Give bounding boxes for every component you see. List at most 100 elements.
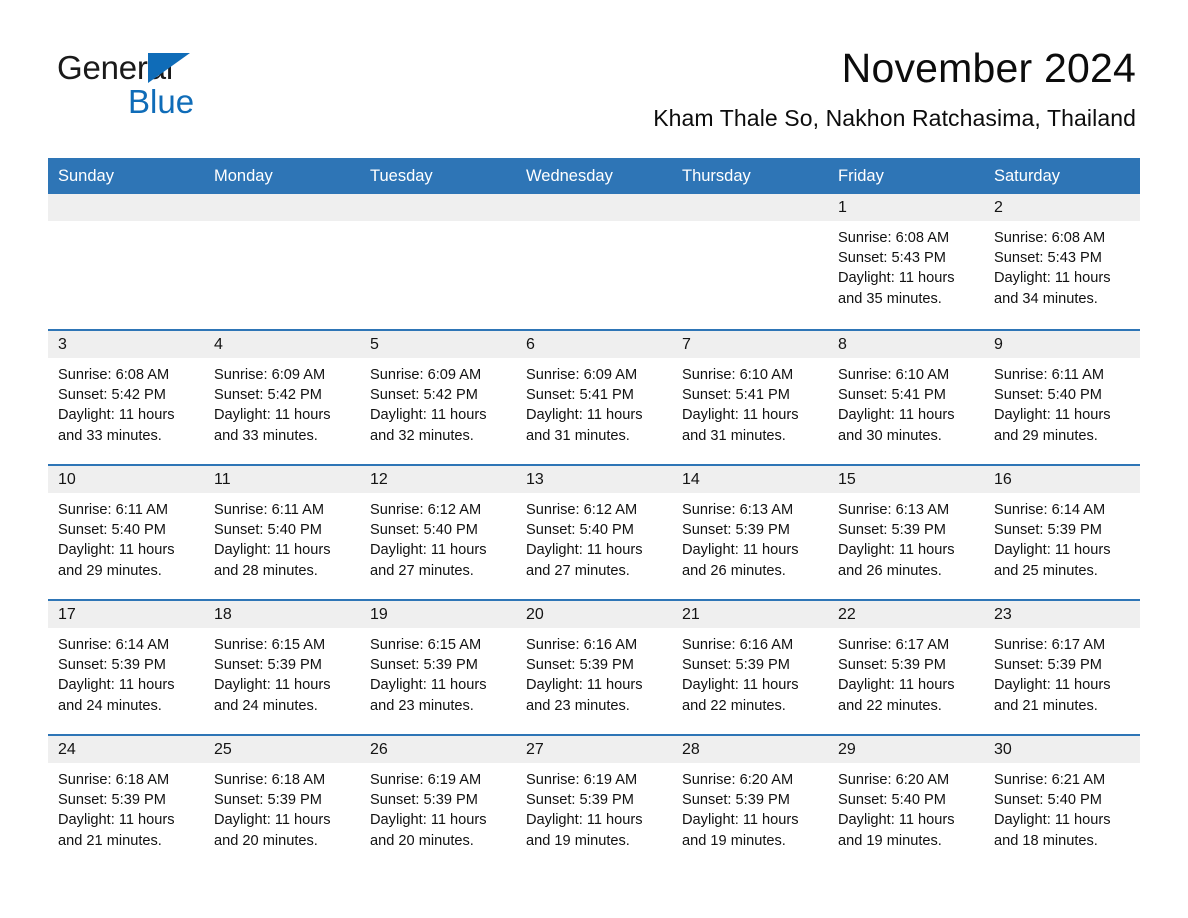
day-details <box>48 221 204 228</box>
day-number: 9 <box>984 331 1140 358</box>
calendar-day-cell[interactable]: 17 Sunrise: 6:14 AM Sunset: 5:39 PM Dayli… <box>48 599 204 734</box>
calendar-day-cell[interactable]: 1 Sunrise: 6:08 AM Sunset: 5:43 PM Daylig… <box>828 194 984 329</box>
day-details: Sunrise: 6:20 AM Sunset: 5:39 PM Dayligh… <box>682 772 799 849</box>
calendar-day-cell[interactable]: 22 Sunrise: 6:17 AM Sunset: 5:39 PM Dayli… <box>828 599 984 734</box>
calendar-day-cell[interactable]: 24 Sunrise: 6:18 AM Sunset: 5:39 PM Dayli… <box>48 734 204 869</box>
calendar-grid: Sunday Monday Tuesday Wednesday Thursday… <box>48 158 1140 869</box>
calendar-table: Sunday Monday Tuesday Wednesday Thursday… <box>48 158 1140 869</box>
calendar-day-cell[interactable]: 20 Sunrise: 6:16 AM Sunset: 5:39 PM Dayli… <box>516 599 672 734</box>
day-number: 16 <box>984 466 1140 493</box>
calendar-day-cell[interactable]: 2 Sunrise: 6:08 AM Sunset: 5:43 PM Daylig… <box>984 194 1140 329</box>
calendar-day-cell[interactable] <box>516 194 672 329</box>
calendar-day-cell[interactable]: 30 Sunrise: 6:21 AM Sunset: 5:40 PM Dayli… <box>984 734 1140 869</box>
weekday-header-friday: Friday <box>828 158 984 194</box>
calendar-day-cell[interactable]: 10 Sunrise: 6:11 AM Sunset: 5:40 PM Dayli… <box>48 464 204 599</box>
day-number: 3 <box>48 331 204 358</box>
calendar-day-cell[interactable]: 12 Sunrise: 6:12 AM Sunset: 5:40 PM Dayli… <box>360 464 516 599</box>
day-details: Sunrise: 6:14 AM Sunset: 5:39 PM Dayligh… <box>994 502 1111 579</box>
day-number: 17 <box>48 601 204 628</box>
day-details: Sunrise: 6:13 AM Sunset: 5:39 PM Dayligh… <box>682 502 799 579</box>
calendar-week-row: 10 Sunrise: 6:11 AM Sunset: 5:40 PM Dayli… <box>48 464 1140 599</box>
calendar-body: 1 Sunrise: 6:08 AM Sunset: 5:43 PM Daylig… <box>48 194 1140 869</box>
weekday-header-monday: Monday <box>204 158 360 194</box>
generalblue-logo[interactable]: General Blue <box>57 50 317 122</box>
calendar-week-row: 1 Sunrise: 6:08 AM Sunset: 5:43 PM Daylig… <box>48 194 1140 329</box>
weekday-header-saturday: Saturday <box>984 158 1140 194</box>
calendar-day-cell[interactable]: 27 Sunrise: 6:19 AM Sunset: 5:39 PM Dayli… <box>516 734 672 869</box>
calendar-day-cell[interactable]: 11 Sunrise: 6:11 AM Sunset: 5:40 PM Dayli… <box>204 464 360 599</box>
day-number: 20 <box>516 601 672 628</box>
day-number: 12 <box>360 466 516 493</box>
day-details: Sunrise: 6:13 AM Sunset: 5:39 PM Dayligh… <box>838 502 955 579</box>
calendar-day-cell[interactable] <box>204 194 360 329</box>
day-number <box>204 194 360 221</box>
day-number: 18 <box>204 601 360 628</box>
day-number: 8 <box>828 331 984 358</box>
day-details: Sunrise: 6:19 AM Sunset: 5:39 PM Dayligh… <box>370 772 487 849</box>
calendar-day-cell[interactable]: 28 Sunrise: 6:20 AM Sunset: 5:39 PM Dayli… <box>672 734 828 869</box>
title-block: November 2024 Kham Thale So, Nakhon Ratc… <box>376 44 1136 133</box>
day-details: Sunrise: 6:18 AM Sunset: 5:39 PM Dayligh… <box>214 772 331 849</box>
day-details: Sunrise: 6:14 AM Sunset: 5:39 PM Dayligh… <box>58 637 175 714</box>
day-number: 27 <box>516 736 672 763</box>
day-details <box>516 221 672 228</box>
calendar-day-cell[interactable]: 21 Sunrise: 6:16 AM Sunset: 5:39 PM Dayli… <box>672 599 828 734</box>
day-number: 10 <box>48 466 204 493</box>
triangle-icon <box>148 53 190 83</box>
calendar-day-cell[interactable]: 5 Sunrise: 6:09 AM Sunset: 5:42 PM Daylig… <box>360 329 516 464</box>
calendar-day-cell[interactable] <box>672 194 828 329</box>
day-details: Sunrise: 6:17 AM Sunset: 5:39 PM Dayligh… <box>838 637 955 714</box>
calendar-day-cell[interactable]: 19 Sunrise: 6:15 AM Sunset: 5:39 PM Dayli… <box>360 599 516 734</box>
day-details <box>672 221 828 228</box>
calendar-day-cell[interactable]: 13 Sunrise: 6:12 AM Sunset: 5:40 PM Dayli… <box>516 464 672 599</box>
calendar-day-cell[interactable]: 7 Sunrise: 6:10 AM Sunset: 5:41 PM Daylig… <box>672 329 828 464</box>
day-number: 7 <box>672 331 828 358</box>
calendar-day-cell[interactable]: 14 Sunrise: 6:13 AM Sunset: 5:39 PM Dayli… <box>672 464 828 599</box>
calendar-day-cell[interactable] <box>48 194 204 329</box>
calendar-week-row: 17 Sunrise: 6:14 AM Sunset: 5:39 PM Dayli… <box>48 599 1140 734</box>
day-details: Sunrise: 6:11 AM Sunset: 5:40 PM Dayligh… <box>214 502 331 579</box>
day-number <box>672 194 828 221</box>
calendar-day-cell[interactable] <box>360 194 516 329</box>
calendar-day-cell[interactable]: 23 Sunrise: 6:17 AM Sunset: 5:39 PM Dayli… <box>984 599 1140 734</box>
calendar-day-cell[interactable]: 15 Sunrise: 6:13 AM Sunset: 5:39 PM Dayli… <box>828 464 984 599</box>
day-details: Sunrise: 6:08 AM Sunset: 5:42 PM Dayligh… <box>58 367 175 444</box>
day-number: 24 <box>48 736 204 763</box>
calendar-week-row: 24 Sunrise: 6:18 AM Sunset: 5:39 PM Dayli… <box>48 734 1140 869</box>
calendar-day-cell[interactable]: 4 Sunrise: 6:09 AM Sunset: 5:42 PM Daylig… <box>204 329 360 464</box>
calendar-day-cell[interactable]: 26 Sunrise: 6:19 AM Sunset: 5:39 PM Dayli… <box>360 734 516 869</box>
calendar-day-cell[interactable]: 8 Sunrise: 6:10 AM Sunset: 5:41 PM Daylig… <box>828 329 984 464</box>
day-number: 14 <box>672 466 828 493</box>
day-number <box>516 194 672 221</box>
day-number: 30 <box>984 736 1140 763</box>
day-number: 19 <box>360 601 516 628</box>
calendar-page: General Blue November 2024 Kham Thale So… <box>0 0 1188 918</box>
day-number: 4 <box>204 331 360 358</box>
calendar-day-cell[interactable]: 9 Sunrise: 6:11 AM Sunset: 5:40 PM Daylig… <box>984 329 1140 464</box>
page-subtitle: Kham Thale So, Nakhon Ratchasima, Thaila… <box>653 105 1136 131</box>
page-header: General Blue November 2024 Kham Thale So… <box>0 0 1188 131</box>
day-details: Sunrise: 6:15 AM Sunset: 5:39 PM Dayligh… <box>370 637 487 714</box>
calendar-day-cell[interactable]: 16 Sunrise: 6:14 AM Sunset: 5:39 PM Dayli… <box>984 464 1140 599</box>
weekday-header-sunday: Sunday <box>48 158 204 194</box>
day-details: Sunrise: 6:21 AM Sunset: 5:40 PM Dayligh… <box>994 772 1111 849</box>
day-number <box>48 194 204 221</box>
day-details: Sunrise: 6:09 AM Sunset: 5:42 PM Dayligh… <box>370 367 487 444</box>
day-number: 22 <box>828 601 984 628</box>
day-details: Sunrise: 6:20 AM Sunset: 5:40 PM Dayligh… <box>838 772 955 849</box>
day-number: 28 <box>672 736 828 763</box>
calendar-day-cell[interactable]: 3 Sunrise: 6:08 AM Sunset: 5:42 PM Daylig… <box>48 329 204 464</box>
day-number: 25 <box>204 736 360 763</box>
day-number: 11 <box>204 466 360 493</box>
day-details: Sunrise: 6:09 AM Sunset: 5:41 PM Dayligh… <box>526 367 643 444</box>
day-number: 23 <box>984 601 1140 628</box>
day-details: Sunrise: 6:08 AM Sunset: 5:43 PM Dayligh… <box>838 230 955 307</box>
calendar-day-cell[interactable]: 29 Sunrise: 6:20 AM Sunset: 5:40 PM Dayli… <box>828 734 984 869</box>
day-details: Sunrise: 6:16 AM Sunset: 5:39 PM Dayligh… <box>682 637 799 714</box>
calendar-day-cell[interactable]: 18 Sunrise: 6:15 AM Sunset: 5:39 PM Dayli… <box>204 599 360 734</box>
calendar-day-cell[interactable]: 6 Sunrise: 6:09 AM Sunset: 5:41 PM Daylig… <box>516 329 672 464</box>
day-details: Sunrise: 6:10 AM Sunset: 5:41 PM Dayligh… <box>838 367 955 444</box>
day-details: Sunrise: 6:19 AM Sunset: 5:39 PM Dayligh… <box>526 772 643 849</box>
calendar-day-cell[interactable]: 25 Sunrise: 6:18 AM Sunset: 5:39 PM Dayli… <box>204 734 360 869</box>
day-details: Sunrise: 6:17 AM Sunset: 5:39 PM Dayligh… <box>994 637 1111 714</box>
